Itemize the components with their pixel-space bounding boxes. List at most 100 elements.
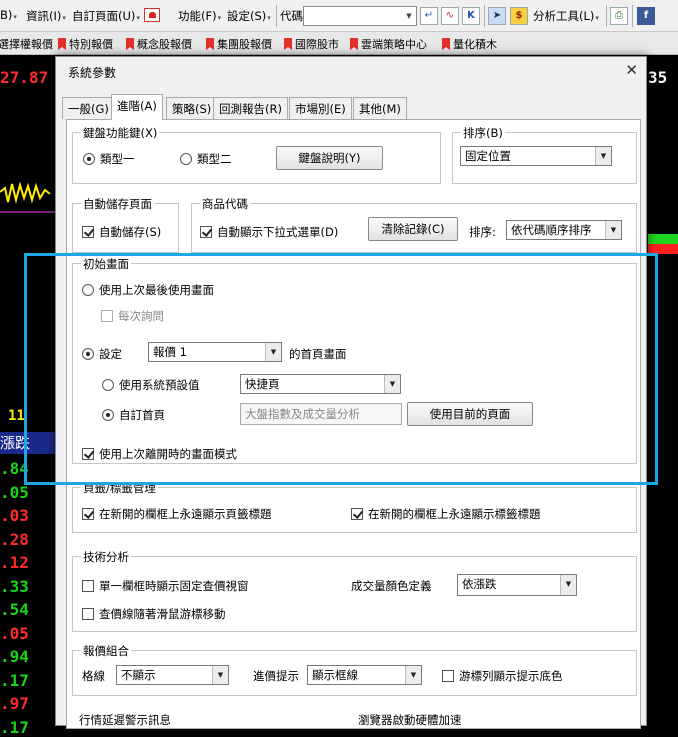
fixed-quote-window-checkbox[interactable]: 單一欄框時顯示固定查價視窗 (82, 578, 249, 594)
bookmark-concept[interactable]: 概念股報價 (126, 36, 192, 52)
dollar-icon[interactable]: $ (510, 7, 528, 25)
enter-icon[interactable]: ↵ (420, 7, 438, 25)
tab-backtest-report[interactable]: 回測報告(R) (213, 97, 288, 119)
bookmark-flag-icon (284, 38, 292, 50)
autosave-group: 自動儲存頁面 自動儲存(S) (72, 196, 179, 253)
chevron-down-icon: ▼ (212, 666, 228, 684)
hint-select[interactable]: 顯示框線 ▼ (307, 665, 422, 685)
bookmark-flag-icon (442, 38, 450, 50)
tab-general[interactable]: 一般(G) (62, 97, 115, 119)
use-current-page-button[interactable]: 使用目前的頁面 (407, 402, 533, 426)
set-homepage-radio[interactable]: 設定 (82, 346, 122, 362)
menu-settings[interactable]: 設定(S)▾ (227, 8, 271, 24)
auto-dropdown-checkbox[interactable]: 自動顯示下拉式選單(D) (200, 224, 338, 240)
homepage-suffix-label: 的首頁畫面 (289, 347, 347, 361)
cursor-row-highlight-checkbox[interactable]: 游標列顯示提示底色 (442, 668, 563, 684)
bookmark-international[interactable]: 國際股市 (284, 36, 339, 52)
sort-group-title: 排序(B) (461, 125, 505, 141)
menubar: B)▾ 資訊(I)▾ 自訂頁面(U)▾ 功能(F)▾ 設定(S)▾ 代碼 ▼ ↵… (0, 0, 678, 32)
show-page-tab-title-checkbox[interactable]: 在新開的欄框上永遠顯示頁籤標題 (82, 506, 272, 522)
crosshair-follow-mouse-checkbox[interactable]: 查價線隨著滑鼠游標移動 (82, 606, 226, 622)
bookmark-flag-icon (350, 38, 358, 50)
use-system-default-radio[interactable]: 使用系統預設值 (102, 377, 200, 393)
facebook-icon[interactable]: f (637, 7, 655, 25)
change-value: .94 (0, 647, 29, 666)
use-last-mode-checkbox[interactable]: 使用上次離開時的畫面模式 (82, 446, 237, 462)
close-icon[interactable]: ✕ (625, 61, 638, 79)
menu-custom-page[interactable]: 自訂頁面(U)▾ (72, 8, 140, 24)
tab-strategy[interactable]: 策略(S) (166, 97, 218, 119)
delay-warning-label: 行情延遲警示訊息 (79, 713, 171, 727)
hotkey-type1-radio[interactable]: 類型一 (83, 151, 135, 167)
product-code-group-title: 商品代碼 (200, 196, 250, 212)
top-left-value: 27.87 (0, 68, 49, 87)
separator (606, 5, 607, 27)
initial-screen-group: 初始畫面 使用上次最後使用畫面 每次詢問 設定 報價 1 ▼ 的首頁畫面 使用系統… (72, 256, 637, 464)
checkbox-checked-icon (82, 226, 94, 238)
use-last-screen-radio[interactable]: 使用上次最後使用畫面 (82, 282, 214, 298)
bookmark-options[interactable]: 選擇權報價 (0, 36, 53, 52)
volume-color-label: 成交量顏色定義 (351, 579, 432, 593)
default-page-select[interactable]: 快捷頁 ▼ (240, 374, 401, 394)
change-value: .84 (0, 459, 29, 478)
dialog-title: 系統參數 (68, 66, 117, 80)
volume-bar-green (648, 234, 678, 244)
bookmark-special[interactable]: 特別報價 (58, 36, 113, 52)
menu-info[interactable]: 資訊(I)▾ (26, 8, 66, 24)
grid-select[interactable]: 不顯示 ▼ (116, 665, 229, 685)
autosave-group-title: 自動儲存頁面 (81, 196, 154, 212)
menu-prev[interactable]: B)▾ (0, 8, 17, 22)
show-label-title-checkbox[interactable]: 在新開的欄框上永遠顯示標籤標題 (351, 506, 541, 522)
sort-group: 排序(B) 固定位置 ▼ (452, 125, 637, 184)
tab-other[interactable]: 其他(M) (353, 97, 407, 119)
checkbox-icon (442, 670, 454, 682)
technical-analysis-group-title: 技術分析 (81, 549, 131, 565)
chevron-down-icon[interactable]: ▼ (402, 7, 416, 25)
hotkey-group: 鍵盤功能鍵(X) 類型一 類型二 鍵盤說明(Y) (72, 125, 441, 184)
tab-management-group-title: 頁籤/標籤管理 (81, 480, 158, 496)
browser-hw-accel-label: 瀏覽器啟動硬體加速 (358, 713, 462, 727)
custom-homepage-field[interactable]: 大盤指數及成交量分析 (240, 403, 402, 425)
menu-function[interactable]: 功能(F)▾ (178, 8, 221, 24)
k-line-icon[interactable]: K (462, 7, 480, 25)
autosave-checkbox[interactable]: 自動儲存(S) (82, 224, 161, 240)
checkbox-icon (82, 580, 94, 592)
favorites-icon[interactable] (144, 8, 160, 22)
advanced-tab-panel: 鍵盤功能鍵(X) 類型一 類型二 鍵盤說明(Y) 排序(B) 固定位置 ▼ 自動儲… (66, 119, 641, 729)
radio-selected-icon (82, 348, 94, 360)
print-icon[interactable]: ⎙ (610, 7, 628, 25)
chevron-down-icon: ▼ (560, 575, 576, 595)
code-sort-label: 排序: (469, 225, 496, 239)
chevron-down-icon: ▼ (384, 375, 400, 393)
volume-color-select[interactable]: 依漲跌 ▼ (457, 574, 577, 596)
bookmark-group[interactable]: 集團股報價 (206, 36, 272, 52)
ask-each-time-checkbox[interactable]: 每次詢問 (101, 308, 164, 324)
keyboard-help-button[interactable]: 鍵盤說明(Y) (276, 146, 383, 170)
chart-icon[interactable]: ∿ (441, 7, 459, 25)
hint-label: 進價提示 (253, 669, 299, 683)
change-value: .28 (0, 529, 29, 549)
hotkey-type2-radio[interactable]: 類型二 (180, 151, 232, 167)
checkbox-checked-icon (351, 508, 363, 520)
bookmark-flag-icon (206, 38, 214, 50)
bookmark-cloud-strategy[interactable]: 雲端策略中心 (350, 36, 427, 52)
sort-select[interactable]: 固定位置 ▼ (460, 146, 612, 166)
quote-combination-group: 報價組合 格線 不顯示 ▼ 進價提示 顯示框線 ▼ 游標列顯示提示底色 (72, 643, 637, 696)
bookmark-quant-blocks[interactable]: 量化積木 (442, 36, 497, 52)
checkbox-checked-icon (200, 226, 212, 238)
cursor-icon[interactable]: ➤ (488, 7, 506, 25)
code-sort-select[interactable]: 依代碼順序排序 ▼ (506, 220, 622, 240)
menu-analysis-tools[interactable]: 分析工具(L)▾ (533, 8, 599, 24)
grid-label: 格線 (82, 669, 105, 683)
clear-history-button[interactable]: 清除記錄(C) (368, 217, 458, 241)
code-label: 代碼 (280, 9, 303, 23)
separator (632, 5, 633, 27)
separator (484, 5, 485, 27)
tab-advanced[interactable]: 進階(A) (111, 94, 163, 120)
code-input[interactable]: ▼ (303, 6, 417, 26)
homepage-window-select[interactable]: 報價 1 ▼ (148, 342, 282, 362)
separator (276, 5, 277, 27)
custom-homepage-radio[interactable]: 自訂首頁 (102, 407, 165, 423)
chevron-down-icon: ▼ (405, 666, 421, 684)
tab-market[interactable]: 市場別(E) (289, 97, 352, 119)
